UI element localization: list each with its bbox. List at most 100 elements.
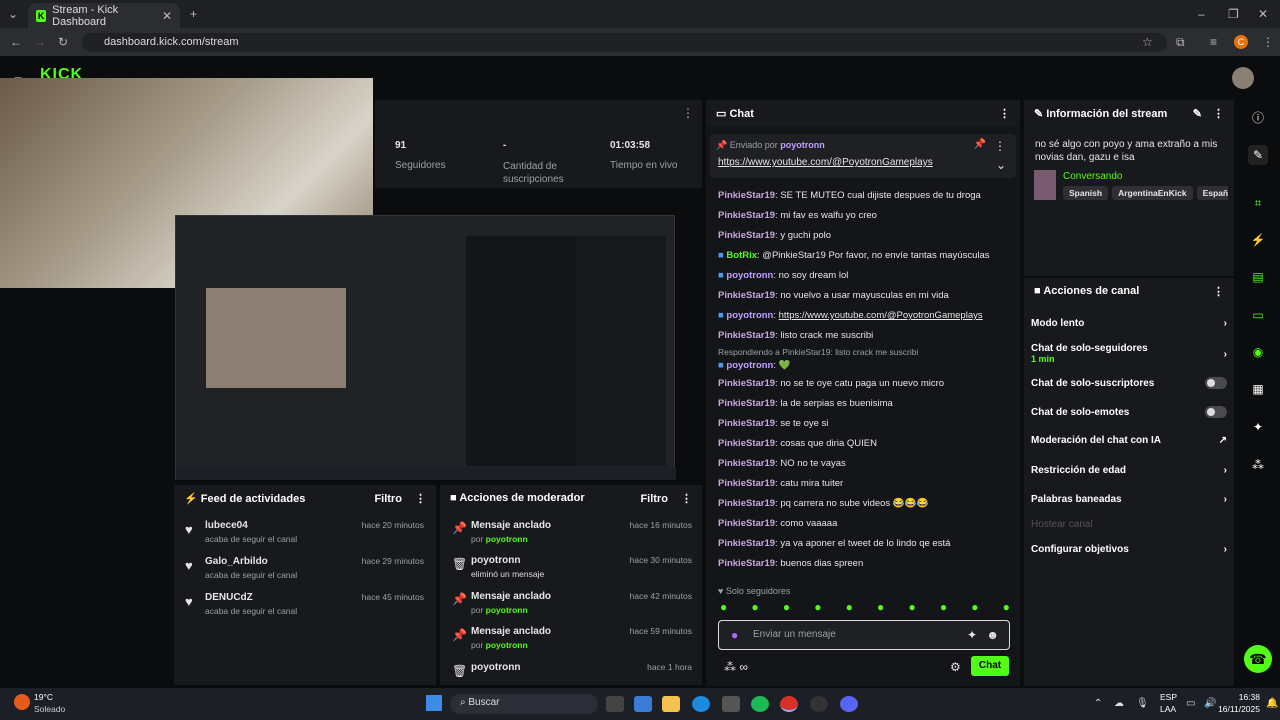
subscribers-only-toggle[interactable] [1205, 377, 1227, 389]
emote-icon[interactable]: ● [1003, 600, 1010, 616]
chat-username[interactable]: PinkieStar19 [718, 478, 775, 489]
chat-link[interactable]: https://www.youtube.com/@PoyotronGamepla… [779, 310, 983, 321]
emote-icon[interactable]: ● [877, 600, 884, 616]
feed-user[interactable]: lubece04 [205, 520, 248, 531]
tag[interactable]: Españo [1196, 186, 1228, 200]
mod-item-title[interactable]: poyotronn [471, 662, 520, 673]
forward-icon[interactable]: → [34, 35, 46, 49]
chat-send-button[interactable]: Chat [971, 656, 1009, 676]
store-icon[interactable] [722, 696, 740, 712]
chat-icon[interactable]: ▭ [1248, 305, 1268, 325]
chat-username[interactable]: PinkieStar19 [718, 330, 775, 341]
taskbar-search[interactable]: ⌕ Buscar [450, 694, 598, 714]
new-tab-icon[interactable]: + [190, 7, 197, 21]
profile-avatar[interactable]: C [1234, 35, 1248, 49]
emoji-icon[interactable]: ☻ [986, 628, 999, 642]
language-code[interactable]: ESP [1160, 692, 1177, 702]
apps-icon[interactable]: ⁂ [1248, 455, 1268, 475]
chat-username[interactable]: PinkieStar19 [718, 230, 775, 241]
chat-username[interactable]: BotRix [726, 250, 757, 261]
pinned-by-user[interactable]: poyotronn [780, 140, 825, 150]
chat-username[interactable]: PinkieStar19 [718, 558, 775, 569]
notifications-icon[interactable]: 🔔 [1266, 698, 1278, 709]
chat-username[interactable]: PinkieStar19 [718, 438, 775, 449]
mod-menu-icon[interactable]: ⋮ [681, 493, 692, 505]
chat-username[interactable]: PinkieStar19 [718, 458, 775, 469]
support-button[interactable]: ☎ [1244, 645, 1272, 673]
stats-menu-icon[interactable]: ⋮ [682, 106, 694, 120]
mod-item-title[interactable]: poyotronn [471, 555, 520, 566]
activity-filter-button[interactable]: Filtro [374, 493, 402, 505]
chat-username[interactable]: PinkieStar19 [718, 190, 775, 201]
spotify-icon[interactable] [751, 696, 769, 712]
chat-username[interactable]: PinkieStar19 [718, 210, 775, 221]
reload-icon[interactable]: ↻ [58, 35, 68, 49]
chat-username[interactable]: PinkieStar19 [718, 418, 775, 429]
stream-info-menu-icon[interactable]: ⋮ [1213, 108, 1224, 120]
category-link[interactable]: Conversando [1063, 171, 1122, 182]
edit-icon[interactable]: ✎ [1193, 108, 1202, 120]
chat-username[interactable]: PinkieStar19 [718, 378, 775, 389]
clock-date[interactable]: 16/11/2025 [1218, 704, 1260, 714]
network-icon[interactable]: ▭ [1186, 698, 1195, 709]
task-view-icon[interactable] [606, 696, 624, 712]
back-icon[interactable]: ← [10, 35, 22, 49]
chat-tools-icon[interactable]: ⁂ ∞ [724, 660, 748, 674]
action-ai-moderation[interactable]: Moderación del chat con IA ↗ [1031, 435, 1227, 446]
chevron-down-icon[interactable]: ⌄ [996, 158, 1006, 172]
obs-icon[interactable] [810, 696, 828, 712]
unpin-icon[interactable]: 📌 [974, 139, 986, 150]
maximize-icon[interactable]: ❐ [1228, 7, 1239, 21]
channel-actions-menu-icon[interactable]: ⋮ [1213, 285, 1224, 298]
action-age-restriction[interactable]: Restricción de edad › [1031, 465, 1227, 476]
info-icon[interactable]: ⓘ [1248, 108, 1268, 128]
pinned-link[interactable]: https://www.youtube.com/@PoyotronGamepla… [718, 157, 933, 168]
close-tab-icon[interactable]: ✕ [162, 9, 172, 23]
user-avatar[interactable] [1232, 67, 1254, 89]
file-explorer-icon[interactable] [662, 696, 680, 712]
browser-menu-icon[interactable]: ⋮ [1262, 35, 1274, 49]
mod-by-user[interactable]: poyotronn [486, 605, 528, 615]
feed-user[interactable]: Galo_Arbildo [205, 556, 268, 567]
chat-menu-icon[interactable]: ⋮ [999, 107, 1010, 120]
minimize-icon[interactable]: – [1198, 7, 1205, 21]
activity-menu-icon[interactable]: ⋮ [415, 493, 426, 505]
emote-icon[interactable]: ● [814, 600, 821, 616]
feed-user[interactable]: DENUCdZ [205, 592, 253, 603]
chat-username[interactable]: poyotronn [726, 310, 773, 321]
microphone-icon[interactable]: ● [731, 628, 738, 642]
chat-username[interactable]: PinkieStar19 [718, 398, 775, 409]
chat-username[interactable]: PinkieStar19 [718, 518, 775, 529]
action-slow-mode[interactable]: Modo lento › [1031, 318, 1227, 329]
edge-icon[interactable] [692, 696, 710, 712]
chat-username[interactable]: poyotronn [726, 360, 773, 371]
mod-by-user[interactable]: poyotronn [486, 534, 528, 544]
volume-icon[interactable]: 🔊 [1204, 698, 1216, 709]
action-followers-only[interactable]: Chat de solo-seguidores 1 min › [1031, 343, 1227, 365]
chat-input[interactable]: ● Enviar un mensaje ✦ ☻ [718, 620, 1010, 650]
extensions-icon[interactable]: ⧉ [1176, 35, 1185, 49]
edit-stream-icon[interactable]: ✎ [1248, 145, 1268, 165]
emote-icon[interactable]: ● [720, 600, 727, 616]
emote-icon[interactable]: ● [783, 600, 790, 616]
tag[interactable]: ArgentinaEnKick [1112, 186, 1193, 200]
chat-settings-gear-icon[interactable]: ⚙ [950, 660, 961, 674]
chat-username[interactable]: PinkieStar19 [718, 538, 775, 549]
emotes-only-toggle[interactable] [1205, 406, 1227, 418]
emote-icon[interactable]: ● [751, 600, 758, 616]
lightning-icon[interactable]: ⚡ [1248, 230, 1268, 250]
emote-icon[interactable]: ● [846, 600, 853, 616]
tray-chevron-icon[interactable]: ⌃ [1094, 698, 1102, 709]
broadcast-icon[interactable]: ◉ [1248, 342, 1268, 362]
emote-icon[interactable]: ● [971, 600, 978, 616]
close-window-icon[interactable]: ✕ [1258, 7, 1268, 21]
media-icon[interactable]: ≡ [1210, 35, 1217, 49]
action-banned-words[interactable]: Palabras baneadas › [1031, 494, 1227, 505]
emote-icon[interactable]: ● [908, 600, 915, 616]
tab-list-icon[interactable]: ⌄ [8, 7, 18, 21]
cloud-icon[interactable]: ☁ [1114, 698, 1124, 709]
mod-by-user[interactable]: poyotronn [486, 640, 528, 650]
chat-username[interactable]: PinkieStar19 [718, 498, 775, 509]
chrome-icon[interactable] [780, 696, 798, 712]
discord-icon[interactable] [840, 696, 858, 712]
